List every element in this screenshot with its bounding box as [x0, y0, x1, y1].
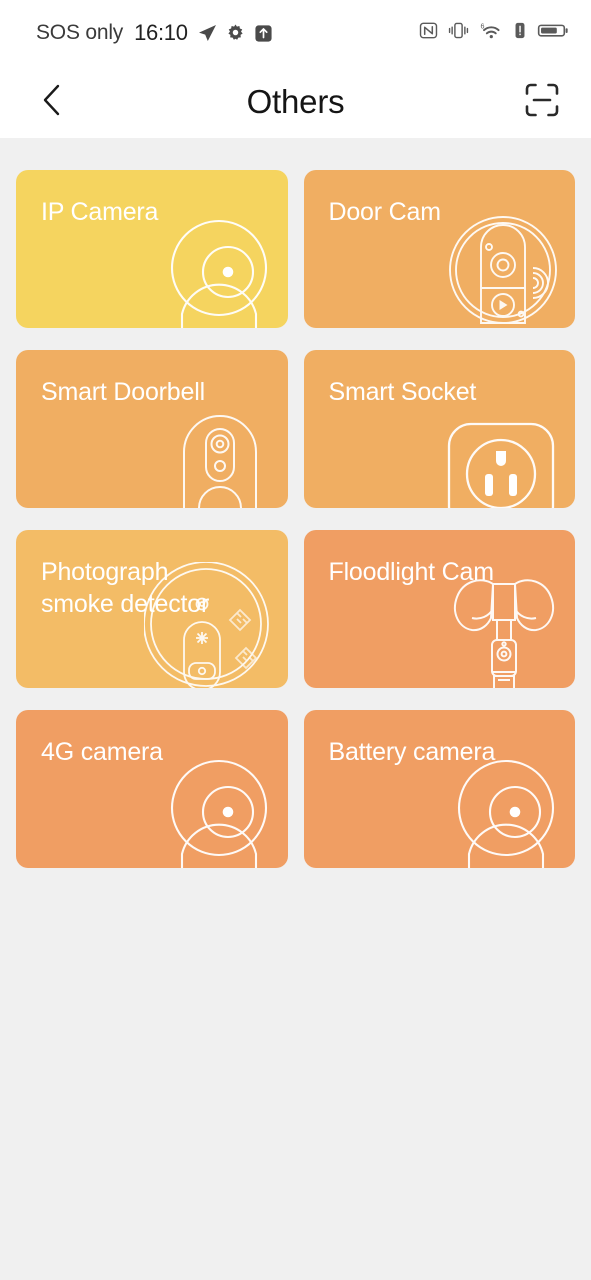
device-type-content: IP Camera Door Cam Smart Doorbell Smart … — [0, 138, 591, 1280]
upload-box-icon — [254, 24, 273, 43]
card-label: Smart Socket — [328, 378, 477, 406]
status-bar: SOS only 16:10 6 — [0, 0, 591, 66]
card-label: IP Camera — [41, 198, 159, 226]
scan-frame-icon — [523, 81, 561, 124]
wifi-6-icon: 6 — [479, 21, 503, 45]
card-label: Floodlight Cam — [328, 558, 495, 586]
vibrate-icon — [448, 21, 469, 45]
battery-icon — [537, 21, 569, 45]
signal-warning-icon — [513, 21, 527, 45]
device-type-grid: IP Camera Door Cam Smart Doorbell Smart … — [16, 170, 575, 868]
chevron-left-icon — [39, 83, 65, 122]
card-photograph-smoke-detector[interactable]: Photograph smoke detector — [16, 530, 288, 688]
page-title: Others — [246, 83, 345, 120]
card-label: Smart Doorbell — [41, 378, 205, 406]
card-label: Door Cam — [328, 198, 442, 226]
status-bar-left: SOS only 16:10 — [36, 20, 273, 46]
card-smart-doorbell[interactable]: Smart Doorbell — [16, 350, 288, 508]
carrier-label: SOS only — [36, 21, 124, 44]
card-floodlight-cam[interactable]: Floodlight Cam — [303, 530, 575, 688]
card-4g-camera[interactable]: 4G camera — [16, 710, 288, 868]
card-battery-camera[interactable]: Battery camera — [303, 710, 575, 868]
card-label: Battery camera — [328, 738, 496, 766]
card-label: 4G camera — [41, 738, 163, 766]
back-button[interactable] — [30, 80, 74, 124]
nfc-icon — [419, 21, 438, 45]
gear-icon — [226, 23, 245, 43]
scan-button[interactable] — [519, 79, 565, 125]
card-ip-camera[interactable]: IP Camera — [16, 170, 288, 328]
card-label: Photograph smoke detector — [41, 558, 210, 618]
card-smart-socket[interactable]: Smart Socket — [303, 350, 575, 508]
app-header: Others — [0, 66, 591, 138]
status-bar-right: 6 — [419, 21, 569, 45]
location-arrow-icon — [197, 23, 217, 43]
clock-label: 16:10 — [134, 20, 188, 45]
card-door-cam[interactable]: Door Cam — [303, 170, 575, 328]
